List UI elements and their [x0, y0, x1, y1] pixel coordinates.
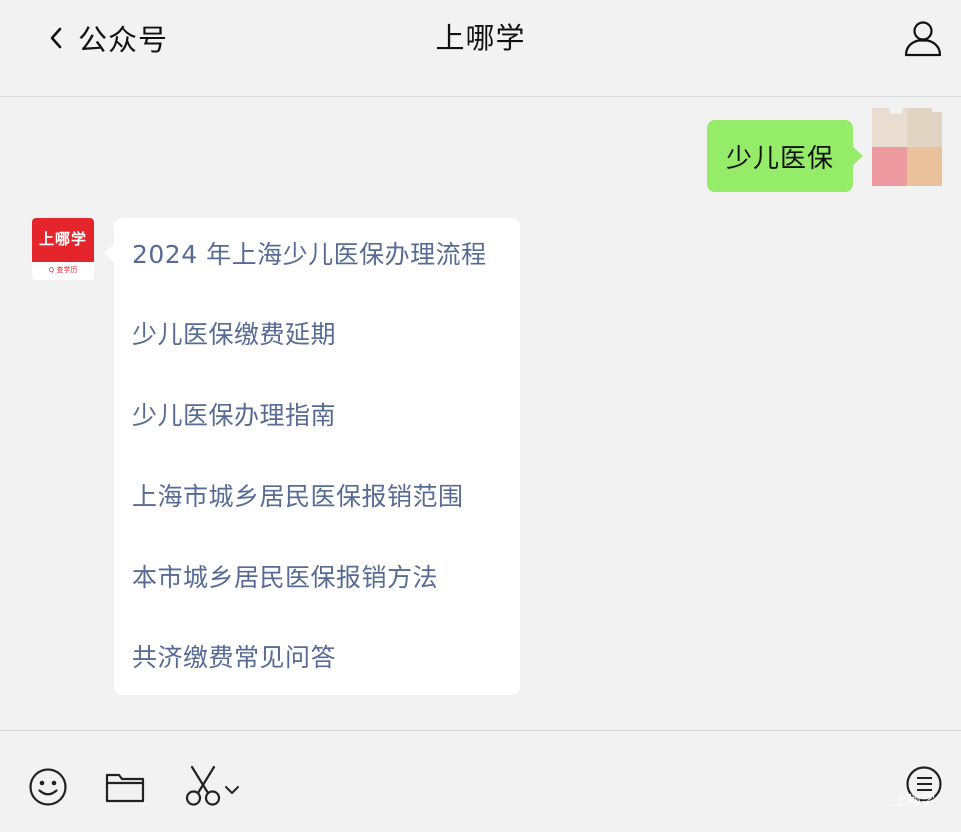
reply-link[interactable]: 本市城乡居民医保报销方法: [132, 561, 438, 595]
file-button[interactable]: [105, 769, 145, 809]
reply-link[interactable]: 少儿医保缴费延期: [132, 318, 336, 352]
reply-card: 2024 年上海少儿医保办理流程 少儿医保缴费延期 少儿医保办理指南 上海市城乡…: [104, 218, 520, 695]
outgoing-message-bubble[interactable]: 少儿医保: [707, 120, 863, 192]
outgoing-message-text: 少儿医保: [725, 143, 834, 174]
chevron-down-icon: [224, 781, 240, 800]
scissors-icon: [183, 765, 223, 811]
folder-icon: [105, 773, 145, 809]
screenshot-options-button[interactable]: [224, 781, 240, 800]
person-icon: [903, 21, 943, 62]
official-account-avatar[interactable]: 上哪学 Q 查学历: [32, 218, 94, 280]
watermark: 上哪学: [893, 793, 935, 809]
emoji-icon: [28, 768, 68, 811]
nav-header: 公众号 上哪学: [0, 0, 961, 97]
profile-button[interactable]: [903, 18, 943, 58]
avatar-brand-text: 上哪学: [38, 230, 87, 248]
input-toolbar: [0, 730, 961, 832]
reply-link[interactable]: 2024 年上海少儿医保办理流程: [132, 238, 487, 272]
chat-screen: 公众号 上哪学 少儿医保 上哪学 Q 查学历 2024 年上海少儿医保办理流程 …: [0, 0, 961, 832]
screenshot-button[interactable]: [183, 765, 223, 811]
reply-link[interactable]: 上海市城乡居民医保报销范围: [132, 480, 464, 514]
reply-link[interactable]: 共济缴费常见问答: [132, 641, 336, 675]
page-title: 上哪学: [435, 21, 526, 55]
user-avatar[interactable]: [872, 108, 942, 186]
reply-link[interactable]: 少儿医保办理指南: [132, 399, 336, 433]
emoji-button[interactable]: [28, 767, 68, 811]
avatar-sub-text: Q 查学历: [48, 266, 78, 274]
